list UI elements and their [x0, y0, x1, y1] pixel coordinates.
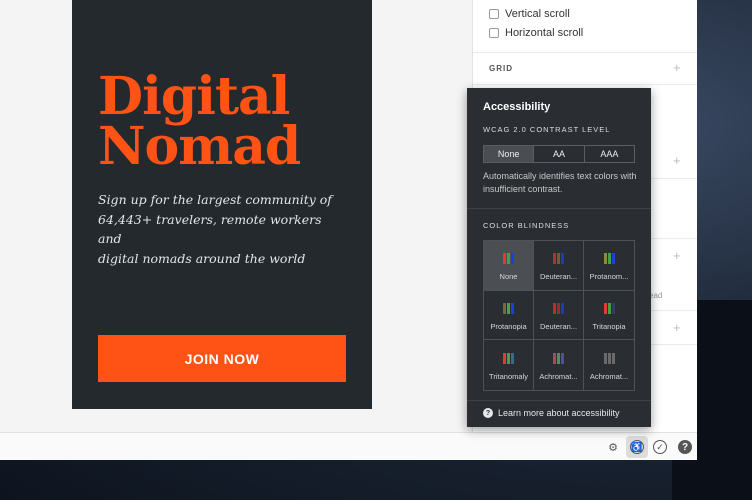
accessibility-icon[interactable]: ♿ [626, 436, 648, 458]
color-mode-protanopia[interactable]: Protanopia [484, 290, 534, 341]
color-swatch-icon [603, 353, 615, 365]
subline-line-1: Sign up for the largest community of [98, 192, 332, 207]
headline-line-1: Digital [98, 66, 290, 127]
device-settings-icon[interactable]: ⚙ [605, 439, 621, 455]
swatch-bar [511, 353, 514, 365]
contrast-option-none[interactable]: None [484, 146, 534, 162]
swatch-bar [511, 302, 514, 314]
color-mode-achromatomaly[interactable]: Achromat... [534, 340, 584, 390]
popover-divider [467, 400, 651, 401]
color-mode-tritanopia[interactable]: Tritanopia [584, 291, 634, 341]
popover-divider [467, 208, 651, 209]
check-icon[interactable]: ✓ [653, 440, 667, 454]
swatch-bar [561, 302, 564, 314]
color-swatch-icon [553, 253, 564, 265]
swatch-bar [557, 353, 560, 365]
color-mode-label: Achromat... [539, 372, 578, 382]
color-mode-label: Tritanopia [592, 321, 626, 331]
swatch-bar [503, 253, 506, 265]
panel-divider [473, 52, 697, 53]
swatch-bar [507, 353, 510, 365]
popover-title: Accessibility [483, 101, 551, 113]
learn-more-link[interactable]: ? Learn more about accessibility [483, 408, 620, 418]
checkbox-label: Vertical scroll [505, 8, 570, 20]
swatch-bar [607, 353, 611, 365]
color-mode-tritanomaly[interactable]: Tritanomaly [484, 340, 534, 390]
grid-section-title[interactable]: GRID [489, 64, 513, 73]
color-mode-label: None [499, 272, 518, 282]
swatch-bar [611, 253, 615, 265]
swatch-bar [553, 302, 556, 314]
color-mode-protanomaly[interactable]: Protanom... [584, 241, 634, 291]
swatch-bar [553, 353, 556, 365]
color-swatch-icon [603, 302, 615, 314]
swatch-bar [561, 253, 564, 265]
color-mode-deuteranomaly[interactable]: Deuteran... [534, 241, 584, 291]
join-now-button[interactable]: JOIN NOW [98, 335, 346, 382]
color-mode-label: Tritanomaly [489, 372, 528, 382]
color-swatch-icon [603, 253, 615, 265]
contrast-description: Automatically identifies text colors wit… [483, 171, 637, 194]
help-circle-icon: ? [483, 408, 493, 418]
contrast-option-aa[interactable]: AA [533, 146, 583, 162]
color-blindness-label: COLOR BLINDNESS [483, 221, 570, 230]
contrast-level-selector[interactable]: None AA AAA [483, 145, 635, 163]
add-section-icon[interactable]: + [673, 153, 681, 168]
subline-line-3: digital nomads around the world [98, 250, 306, 266]
headline-line-2: Nomad [98, 116, 301, 177]
swatch-bar [553, 253, 556, 265]
color-mode-label: Achromat... [589, 372, 629, 382]
color-mode-label: Protanom... [589, 272, 629, 282]
horizontal-scroll-checkbox[interactable]: Horizontal scroll [489, 27, 583, 39]
color-mode-label: Deuteran... [539, 272, 578, 282]
swatch-bar [611, 302, 615, 314]
card-subline: Sign up for the largest community of 64,… [98, 190, 338, 268]
partial-hint-text: ead [649, 291, 663, 300]
accessibility-glyph: ♿ [630, 440, 644, 454]
panel-divider [473, 84, 697, 85]
swatch-bar [507, 253, 510, 265]
swatch-bar [603, 302, 607, 314]
swatch-bar [607, 302, 611, 314]
learn-more-label: Learn more about accessibility [498, 408, 620, 418]
contrast-option-aaa[interactable]: AAA [583, 146, 634, 162]
swatch-bar [511, 253, 514, 265]
color-mode-deuteranopia[interactable]: Deuteran... [534, 290, 584, 341]
color-mode-none[interactable]: None [484, 241, 534, 291]
swatch-bar [503, 353, 506, 365]
swatch-bar [557, 302, 560, 314]
color-mode-achromatopsia[interactable]: Achromat... [584, 340, 634, 390]
add-section-icon[interactable]: + [673, 320, 681, 335]
vertical-scroll-checkbox[interactable]: Vertical scroll [489, 8, 570, 20]
swatch-bar [503, 302, 506, 314]
swatch-bar [603, 353, 607, 365]
swatch-bar [607, 253, 611, 265]
swatch-bar [603, 253, 607, 265]
help-icon[interactable]: ? [678, 440, 692, 454]
checkbox-box[interactable] [489, 28, 499, 38]
checkbox-label: Horizontal scroll [505, 27, 584, 39]
swatch-bar [557, 253, 560, 265]
color-swatch-icon [553, 302, 564, 314]
design-canvas: Digital Nomad Sign up for the largest co… [0, 0, 472, 432]
add-grid-icon[interactable]: + [673, 60, 681, 75]
swatch-bar [507, 302, 510, 314]
swatch-bar [561, 353, 564, 365]
color-blindness-grid: None Deuteran... Protanom... Protanopia … [483, 240, 635, 391]
color-swatch-icon [503, 353, 514, 365]
swatch-bar [611, 353, 615, 365]
card-headline: Digital Nomad [98, 66, 358, 177]
checkbox-box[interactable] [489, 9, 499, 19]
nomad-signup-card[interactable]: Digital Nomad Sign up for the largest co… [72, 0, 372, 409]
add-section-icon[interactable]: + [673, 248, 681, 263]
color-swatch-icon [503, 302, 514, 314]
accessibility-popover: Accessibility WCAG 2.0 CONTRAST LEVEL No… [467, 88, 651, 427]
color-swatch-icon [553, 353, 564, 365]
color-mode-label: Deuteran... [539, 321, 578, 331]
contrast-level-label: WCAG 2.0 CONTRAST LEVEL [483, 125, 611, 134]
subline-line-2: 64,443+ travelers, remote workers and [98, 211, 322, 247]
bottom-toolbar: ⚙ ♿ ✓ ? [0, 432, 697, 460]
color-swatch-icon [503, 253, 514, 265]
color-mode-label: Protanopia [490, 321, 527, 331]
